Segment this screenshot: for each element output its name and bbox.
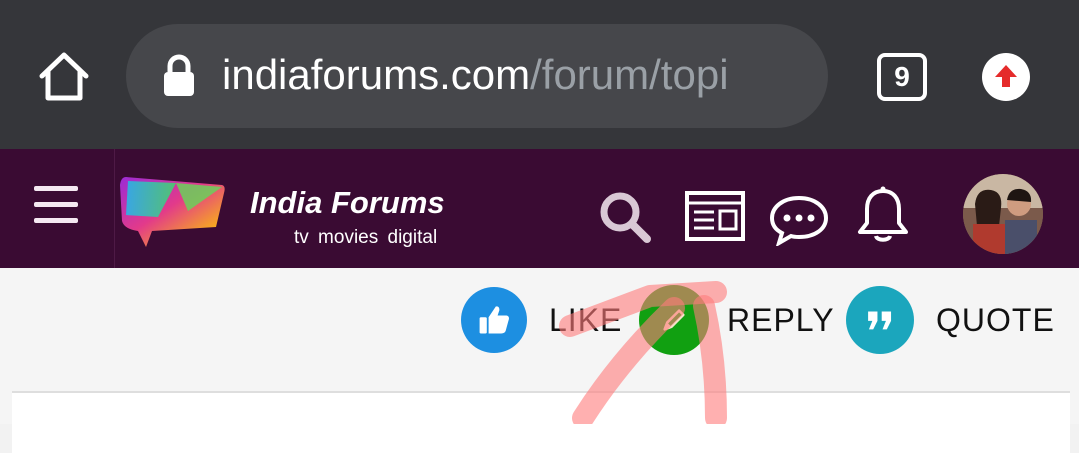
site-tagline: tv movies digital [294, 227, 438, 248]
url-host: indiaforums.com [222, 51, 531, 98]
site-logo[interactable] [118, 171, 230, 253]
like-label: LIKE [549, 301, 623, 338]
post-actions-area: LIKE REPLY QUOTE [0, 268, 1079, 453]
url-path: /forum/topi [530, 51, 729, 98]
quote-button[interactable]: QUOTE [846, 285, 1055, 355]
reply-button[interactable]: REPLY [639, 285, 835, 355]
home-icon[interactable] [36, 50, 92, 102]
like-button[interactable]: LIKE [461, 285, 622, 355]
address-bar[interactable]: indiaforums.com/forum/topi [126, 24, 828, 128]
update-icon[interactable] [982, 53, 1030, 101]
reply-label: REPLY [727, 301, 835, 338]
quote-label: QUOTE [936, 301, 1055, 338]
avatar[interactable] [963, 174, 1043, 254]
bell-icon[interactable] [855, 185, 911, 245]
menu-icon[interactable] [34, 186, 78, 226]
url-text: indiaforums.com/forum/topi [222, 49, 729, 101]
header-divider [114, 149, 115, 268]
site-brand: India Forums [250, 185, 445, 220]
like-icon [461, 287, 527, 353]
news-icon[interactable] [684, 190, 746, 242]
chat-icon[interactable] [769, 194, 829, 246]
tab-switcher-icon[interactable]: 9 [877, 53, 927, 101]
pencil-icon [639, 285, 709, 355]
site-header: India Forums tv movies digital [0, 149, 1079, 268]
lock-icon [164, 54, 194, 96]
quote-icon [846, 286, 914, 354]
post-card [12, 391, 1070, 453]
browser-toolbar: indiaforums.com/forum/topi 9 [0, 0, 1079, 149]
search-icon[interactable] [597, 189, 653, 245]
